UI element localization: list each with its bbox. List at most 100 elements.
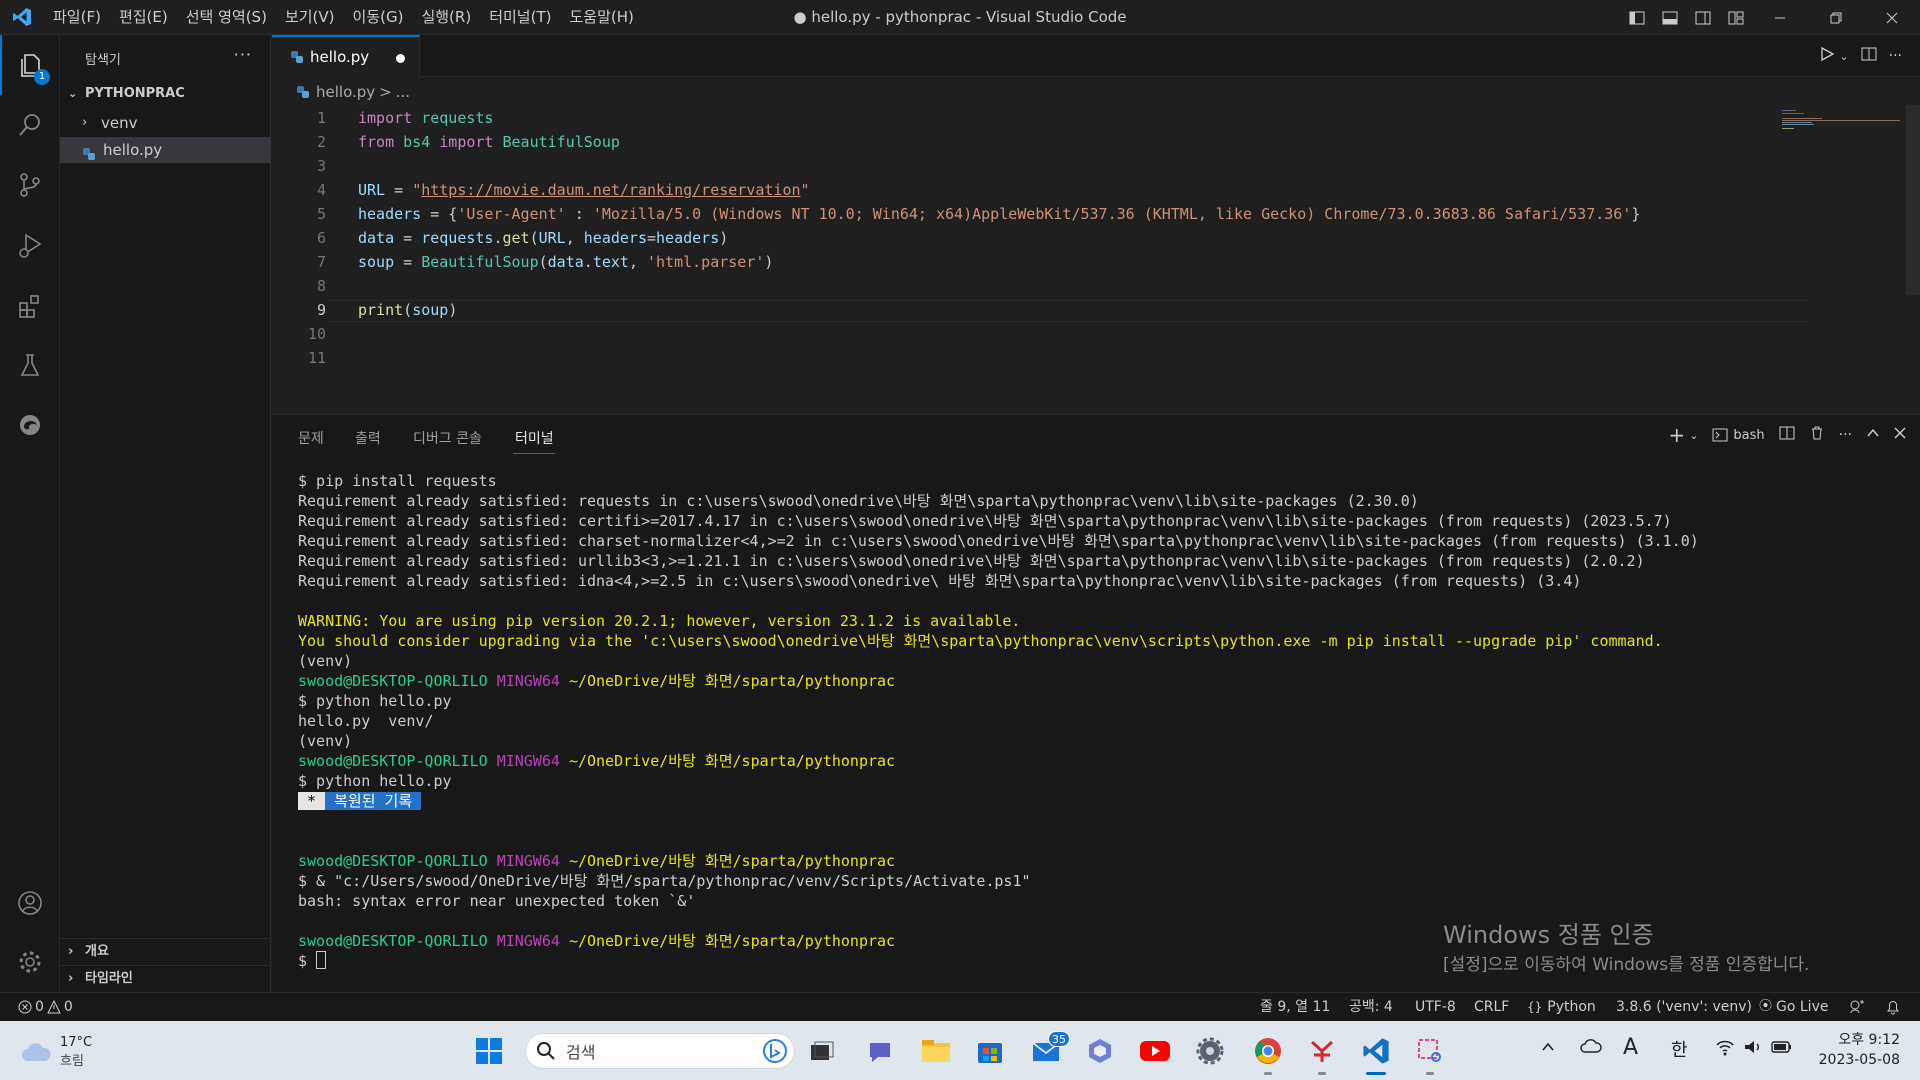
toggle-secondary-sidebar-icon[interactable]: [1686, 0, 1719, 35]
outline-section[interactable]: › 개요: [60, 938, 271, 964]
menu-help[interactable]: 도움말(H): [560, 0, 642, 35]
youtube-icon[interactable]: [1135, 1031, 1175, 1071]
kill-terminal-trash-icon[interactable]: [1809, 425, 1825, 445]
line-number: 4: [316, 181, 326, 199]
clock-date: 2023-05-08: [1818, 1052, 1900, 1068]
source-control-icon[interactable]: [0, 155, 60, 215]
settings-icon[interactable]: [1190, 1031, 1230, 1071]
korean-app-icon[interactable]: [1302, 1031, 1342, 1075]
indentation[interactable]: 공백: 4: [1349, 993, 1393, 1021]
menu-selection[interactable]: 선택 영역(S): [177, 0, 276, 35]
terminal-prompt: swood@DESKTOP-QORLILO MINGW64 ~/OneDrive…: [298, 932, 896, 950]
menu-edit[interactable]: 편집(E): [110, 0, 177, 35]
chrome-icon[interactable]: [1248, 1031, 1288, 1075]
edge-devtools-icon[interactable]: [0, 395, 60, 455]
start-windows-icon[interactable]: [469, 1031, 509, 1071]
menu-terminal[interactable]: 터미널(T): [480, 0, 560, 35]
tab-hello-py[interactable]: hello.py: [272, 35, 420, 77]
close-panel-icon[interactable]: [1894, 427, 1906, 443]
windows-taskbar: 17°C 흐림 검색 35 A 한 오후 9:12 2023-05-08: [0, 1021, 1920, 1080]
tab-output[interactable]: 출력: [355, 428, 381, 448]
minimize-icon[interactable]: [1752, 0, 1808, 35]
search-icon[interactable]: [0, 95, 60, 155]
chevron-down-icon[interactable]: ⌄: [1689, 429, 1698, 442]
sidebar-more-actions[interactable]: ···: [234, 45, 252, 64]
taskbar-search-box[interactable]: 검색: [525, 1033, 795, 1069]
code-line-7: soup = BeautifulSoup(data.text, 'html.pa…: [358, 253, 774, 271]
python-file-icon: [82, 143, 96, 169]
close-window-icon[interactable]: [1864, 0, 1920, 35]
problems-status[interactable]: 0 0: [18, 993, 73, 1021]
breadcrumb-symbols[interactable]: ...: [396, 83, 410, 101]
show-hidden-icons-chevron-up-icon[interactable]: [1540, 1039, 1556, 1059]
tree-item-hello-py[interactable]: hello.py: [60, 137, 271, 163]
settings-gear-icon[interactable]: [0, 932, 60, 992]
task-view-icon[interactable]: [802, 1031, 842, 1071]
tab-problems[interactable]: 문제: [298, 428, 324, 448]
minimap[interactable]: [1782, 109, 1902, 129]
terminal-line: Requirement already satisfied: certifi>=…: [298, 512, 1672, 530]
snipping-tool-icon[interactable]: [1410, 1031, 1450, 1075]
workspace-root[interactable]: ⌄ PYTHONPRAC: [60, 81, 271, 107]
explorer-badge: 1: [34, 69, 50, 85]
code-editor[interactable]: 1 2 3 4 5 6 7 8 9 10 11 import requests …: [272, 105, 1920, 413]
menu-run[interactable]: 실행(R): [412, 0, 480, 35]
tab-terminal[interactable]: 터미널: [515, 428, 554, 448]
file-explorer-icon[interactable]: [916, 1031, 956, 1071]
split-terminal-icon[interactable]: [1779, 425, 1795, 445]
microsoft-store-icon[interactable]: [970, 1031, 1010, 1071]
extensions-icon[interactable]: [0, 275, 60, 335]
toggle-panel-icon[interactable]: [1653, 0, 1686, 35]
unsaved-dot-icon[interactable]: [396, 54, 405, 63]
tab-debug-console[interactable]: 디버그 콘솔: [413, 428, 482, 448]
run-python-file-icon[interactable]: [1819, 46, 1835, 66]
new-terminal-plus-icon[interactable]: +: [1668, 423, 1685, 447]
clock[interactable]: 오후 9:12 2023-05-08: [1810, 1029, 1900, 1068]
customize-layout-icon[interactable]: [1719, 0, 1752, 35]
timeline-section[interactable]: › 타임라인: [60, 965, 271, 991]
language-mode[interactable]: {} Python: [1527, 993, 1596, 1021]
mail-icon[interactable]: 35: [1026, 1031, 1070, 1071]
breadcrumb: hello.py > ...: [272, 81, 410, 103]
warning-icon: [47, 1000, 61, 1014]
terminal-input-line[interactable]: $: [298, 951, 327, 971]
ime-indicator[interactable]: 한: [1671, 1036, 1688, 1062]
breadcrumb-separator: >: [379, 83, 392, 101]
maximize-panel-chevron-up-icon[interactable]: [1866, 426, 1880, 444]
explorer-icon[interactable]: 1: [0, 35, 60, 95]
editor-scrollbar[interactable]: [1906, 105, 1920, 295]
python-interpreter[interactable]: 3.8.6 ('venv': venv): [1616, 993, 1752, 1021]
copilot-icon[interactable]: [1080, 1031, 1120, 1071]
chevron-right-icon: ›: [82, 115, 88, 130]
tree-item-venv[interactable]: › venv: [60, 110, 271, 136]
teams-chat-icon[interactable]: [860, 1031, 900, 1071]
cursor-position[interactable]: 줄 9, 열 11: [1260, 993, 1330, 1021]
system-tray-status[interactable]: [1715, 1038, 1793, 1056]
terminal-shell-selector[interactable]: bash: [1712, 427, 1765, 443]
split-editor-icon[interactable]: [1861, 46, 1877, 66]
running-indicator: [1264, 1072, 1272, 1075]
go-live-button[interactable]: ⦿ Go Live: [1759, 993, 1828, 1021]
font-mode-indicator[interactable]: A: [1623, 1035, 1638, 1060]
encoding[interactable]: UTF-8: [1415, 993, 1456, 1021]
menu-file[interactable]: 파일(F): [44, 0, 110, 35]
restore-icon[interactable]: [1808, 0, 1864, 35]
line-number: 5: [316, 205, 326, 223]
menu-go[interactable]: 이동(G): [344, 0, 413, 35]
url-link[interactable]: https://movie.daum.net/ranking/reservati…: [421, 181, 800, 199]
testing-icon[interactable]: [0, 335, 60, 395]
onedrive-cloud-icon[interactable]: [1580, 1037, 1602, 1059]
sidebar-title: 탐색기: [85, 53, 121, 68]
menu-view[interactable]: 보기(V): [276, 0, 344, 35]
vscode-logo-icon[interactable]: [0, 0, 44, 35]
chevron-down-icon[interactable]: ⌄: [1839, 50, 1848, 63]
more-actions-icon[interactable]: ···: [1889, 48, 1902, 64]
vscode-taskbar-icon[interactable]: [1356, 1031, 1396, 1075]
toggle-primary-sidebar-icon[interactable]: [1620, 0, 1653, 35]
more-actions-icon[interactable]: ···: [1839, 427, 1852, 443]
run-debug-icon[interactable]: [0, 215, 60, 275]
breadcrumb-file[interactable]: hello.py: [316, 83, 375, 101]
weather-widget[interactable]: 17°C 흐림: [20, 1035, 92, 1069]
accounts-icon[interactable]: [0, 873, 60, 933]
end-of-line[interactable]: CRLF: [1474, 993, 1509, 1021]
